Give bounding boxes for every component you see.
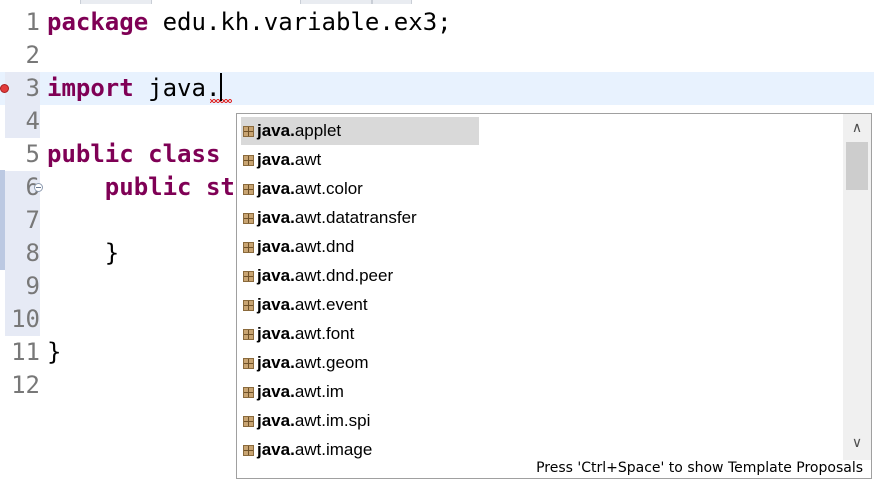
scroll-down-button[interactable]: ∨ (843, 430, 871, 456)
proposal-rest-text: awt.im.spi (294, 411, 371, 430)
package-icon (243, 358, 254, 369)
code-text: package edu.kh.variable.ex3; (47, 6, 452, 39)
editor-tab-strip (0, 0, 874, 5)
package-icon (243, 271, 254, 282)
proposal-rest-text: awt.dnd.peer (294, 266, 394, 285)
proposal-item[interactable]: java.awt.im (241, 378, 352, 406)
editor-tab[interactable] (80, 0, 152, 4)
editor-tab[interactable] (372, 0, 412, 4)
proposal-item[interactable]: java.awt.color (241, 175, 371, 203)
proposal-item[interactable]: java.awt (241, 146, 329, 174)
package-icon (243, 155, 254, 166)
proposal-rest-text: awt.datatransfer (294, 208, 417, 227)
proposal-match-text: java. (257, 411, 295, 430)
package-icon (243, 445, 254, 456)
line-number: 7 (25, 206, 40, 234)
code-line[interactable]: 3 import java. (0, 72, 874, 105)
proposal-match-text: java. (257, 208, 295, 227)
proposal-item[interactable]: java.applet (241, 117, 479, 145)
code-token: } (47, 239, 120, 267)
package-icon (243, 300, 254, 311)
proposal-scrollbar[interactable]: ∧ ∨ (843, 114, 871, 460)
package-icon (243, 213, 254, 224)
line-number: 1 (25, 8, 40, 36)
chevron-up-icon: ∧ (851, 120, 863, 136)
keyword-token: public (47, 140, 134, 168)
package-icon (243, 184, 254, 195)
code-line[interactable]: 2 (0, 39, 874, 72)
proposal-item[interactable]: java.awt.im.spi (241, 407, 378, 435)
package-icon (243, 126, 254, 137)
content-assist-popup[interactable]: java.applet java.awt java.awt.color java.aw… (236, 113, 872, 479)
proposal-item[interactable]: java.awt.event (241, 291, 376, 319)
package-icon (243, 242, 254, 253)
keyword-token: package (47, 8, 149, 36)
package-icon (243, 387, 254, 398)
proposal-rest-text: awt.dnd (294, 237, 355, 256)
proposal-item[interactable]: java.awt.dnd (241, 233, 362, 261)
package-icon (243, 329, 254, 340)
proposal-rest-text: awt.color (294, 179, 363, 198)
code-text: import java. (47, 72, 223, 105)
chevron-down-icon: ∨ (851, 435, 863, 451)
proposal-item[interactable]: java.awt.image (241, 436, 380, 460)
proposal-match-text: java. (257, 121, 295, 140)
package-icon (243, 416, 254, 427)
change-marker (0, 170, 5, 270)
scroll-thumb[interactable] (846, 142, 868, 190)
line-number: 2 (25, 41, 40, 69)
proposal-rest-text: awt.event (294, 295, 368, 314)
code-text: public st (47, 171, 235, 204)
code-text: } (47, 336, 61, 369)
proposal-item[interactable]: java.awt.datatransfer (241, 204, 425, 232)
proposal-list[interactable]: java.applet java.awt java.awt.color java.aw… (237, 114, 843, 460)
proposal-item[interactable]: java.awt.font (241, 320, 362, 348)
text-caret (220, 73, 223, 101)
proposal-match-text: java. (257, 382, 295, 401)
line-number: 10 (11, 305, 40, 333)
line-number: 12 (11, 371, 40, 399)
code-text: } (47, 237, 119, 270)
proposal-rest-text: awt.im (294, 382, 344, 401)
code-line[interactable]: 1 package edu.kh.variable.ex3; (0, 6, 874, 39)
line-number: 9 (25, 272, 40, 300)
keyword-token: st (205, 173, 235, 201)
error-icon[interactable] (0, 84, 9, 93)
proposal-match-text: java. (257, 353, 295, 372)
line-number: 8 (25, 239, 40, 267)
proposal-rest-text: awt (294, 150, 322, 169)
proposal-match-text: java. (257, 237, 295, 256)
code-text: public class (47, 138, 235, 171)
keyword-token: public (104, 173, 192, 201)
line-number: 11 (11, 338, 40, 366)
scroll-up-button[interactable]: ∧ (843, 115, 871, 141)
template-proposals-hint: Press 'Ctrl+Space' to show Template Prop… (536, 460, 863, 476)
fold-toggle-icon[interactable] (34, 183, 43, 192)
proposal-rest-text: awt.image (294, 440, 373, 459)
proposal-match-text: java. (257, 324, 295, 343)
proposal-rest-text: awt.geom (294, 353, 369, 372)
proposal-item[interactable]: java.awt.dnd.peer (241, 262, 401, 290)
keyword-token: class (148, 140, 221, 168)
proposal-match-text: java. (257, 266, 295, 285)
line-number: 4 (25, 107, 40, 135)
keyword-token: import (47, 74, 134, 102)
code-token: edu.kh.variable.ex3; (148, 8, 452, 36)
proposal-rest-text: awt.font (294, 324, 355, 343)
line-number: 5 (25, 140, 40, 168)
proposal-match-text: java. (257, 295, 295, 314)
code-token: java. (133, 74, 221, 102)
editor-tab[interactable] (300, 0, 372, 4)
proposal-rest-text: applet (294, 121, 342, 140)
proposal-item[interactable]: java.awt.geom (241, 349, 377, 377)
proposal-match-text: java. (257, 440, 295, 459)
proposal-match-text: java. (257, 179, 295, 198)
code-token: } (47, 338, 62, 366)
proposal-match-text: java. (257, 150, 295, 169)
